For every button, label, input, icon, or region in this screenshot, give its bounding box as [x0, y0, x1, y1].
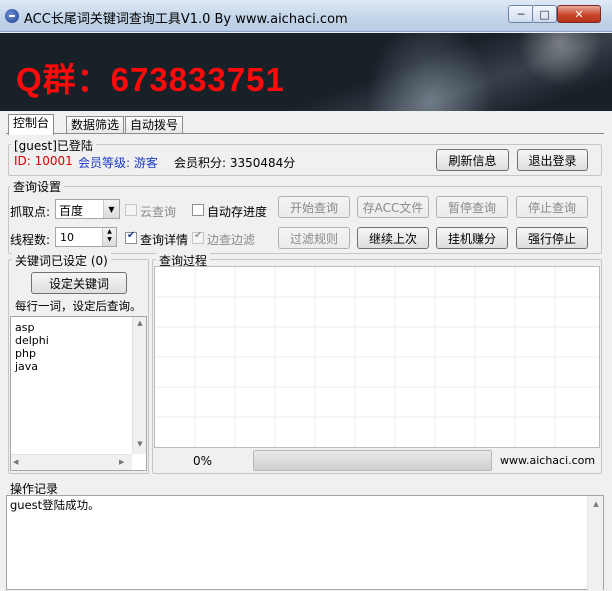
- logout-button[interactable]: 退出登录: [517, 149, 588, 171]
- save-acc-file-button[interactable]: 存ACC文件: [357, 196, 429, 218]
- progress-site-link[interactable]: www.aichaci.com: [500, 454, 595, 467]
- tab-panel-border: [6, 133, 604, 134]
- tab-console[interactable]: 控制台: [8, 114, 55, 135]
- banner: Q群：673833751: [0, 33, 612, 111]
- cloud-query-checkbox[interactable]: [125, 204, 137, 216]
- maximize-button[interactable]: □: [532, 5, 557, 23]
- scroll-up-icon[interactable]: ▲: [133, 319, 147, 327]
- scroll-right-icon[interactable]: ▶: [119, 458, 124, 466]
- list-item[interactable]: delphi: [15, 334, 49, 347]
- scroll-up-icon[interactable]: ▲: [588, 500, 604, 508]
- source-select-value: 百度: [59, 204, 84, 218]
- query-process-chart: [154, 266, 600, 448]
- source-label: 抓取点:: [10, 205, 51, 219]
- start-query-button[interactable]: 开始查询: [278, 196, 350, 218]
- query-settings-label: 查询设置: [10, 178, 65, 195]
- scroll-down-icon[interactable]: ▼: [133, 440, 147, 448]
- query-detail-label: 查询详情: [140, 233, 189, 247]
- member-level: 会员等级: 游客: [78, 156, 158, 170]
- pause-query-button[interactable]: 暂停查询: [436, 196, 508, 218]
- title-bar[interactable]: ACC长尾词关键词查询工具V1.0 By www.aichaci.com ─ □…: [0, 0, 612, 32]
- tab-strip: 控制台 数据筛选 自动拨号: [8, 114, 208, 135]
- continue-last-button[interactable]: 继续上次: [357, 227, 429, 249]
- keywords-horizontal-scrollbar[interactable]: ◀ ▶: [11, 454, 132, 470]
- edge-filter-checkbox[interactable]: [192, 230, 204, 244]
- chart-grid: [155, 267, 599, 447]
- stop-query-button[interactable]: 停止查询: [516, 196, 588, 218]
- account-group-label: [guest]已登陆: [11, 137, 96, 154]
- operation-log[interactable]: guest登陆成功。 ▲: [6, 495, 604, 591]
- force-stop-button[interactable]: 强行停止: [516, 227, 588, 249]
- filter-rules-button[interactable]: 过滤规则: [278, 227, 350, 249]
- log-line: guest登陆成功。: [10, 498, 100, 512]
- keywords-list[interactable]: asp delphi php java ▲ ▼ ◀ ▶: [10, 316, 147, 471]
- minimize-button[interactable]: ─: [508, 5, 534, 23]
- app-logo-icon: [5, 9, 19, 23]
- window-title: ACC长尾词关键词查询工具V1.0 By www.aichaci.com: [24, 12, 348, 27]
- chevron-down-icon: ▼: [103, 200, 119, 218]
- threads-label: 线程数:: [10, 233, 51, 247]
- progress-percent: 0%: [193, 454, 213, 468]
- log-vertical-scrollbar[interactable]: ▲: [587, 496, 603, 591]
- spinner-arrows-icon[interactable]: ▲ ▼: [102, 228, 116, 246]
- tab-auto-dial[interactable]: 自动拨号: [125, 116, 184, 134]
- keywords-hint: 每行一词，设定后查询。: [15, 299, 142, 313]
- query-progress-bar: [253, 450, 492, 471]
- threads-spinner[interactable]: 10 ▲ ▼: [55, 227, 117, 247]
- autosave-checkbox[interactable]: [192, 204, 204, 216]
- refresh-info-button[interactable]: 刷新信息: [436, 149, 509, 171]
- close-button[interactable]: ✕: [557, 5, 601, 23]
- tab-data-filter[interactable]: 数据筛选: [66, 116, 125, 134]
- keywords-vertical-scrollbar[interactable]: ▲ ▼: [132, 317, 146, 454]
- banner-qq-group: Q群：673833751: [16, 61, 285, 98]
- cloud-query-label: 云查询: [140, 205, 177, 219]
- set-keywords-button[interactable]: 设定关键词: [31, 272, 127, 294]
- edge-filter-label: 边查边滤: [207, 233, 256, 247]
- threads-value: 10: [60, 231, 74, 244]
- autosave-label: 自动存进度: [207, 205, 268, 219]
- idle-earn-points-button[interactable]: 挂机赚分: [436, 227, 508, 249]
- list-item[interactable]: asp: [15, 321, 34, 334]
- scroll-left-icon[interactable]: ◀: [13, 458, 18, 466]
- list-item[interactable]: java: [15, 360, 38, 373]
- keywords-group-label: 关键词已设定 (0): [12, 252, 111, 269]
- source-select[interactable]: 百度 ▼: [55, 199, 120, 219]
- query-detail-checkbox[interactable]: [125, 230, 137, 244]
- member-points: 会员积分: 3350484分: [174, 156, 296, 170]
- user-id: ID: 10001: [14, 154, 73, 168]
- list-item[interactable]: php: [15, 347, 36, 360]
